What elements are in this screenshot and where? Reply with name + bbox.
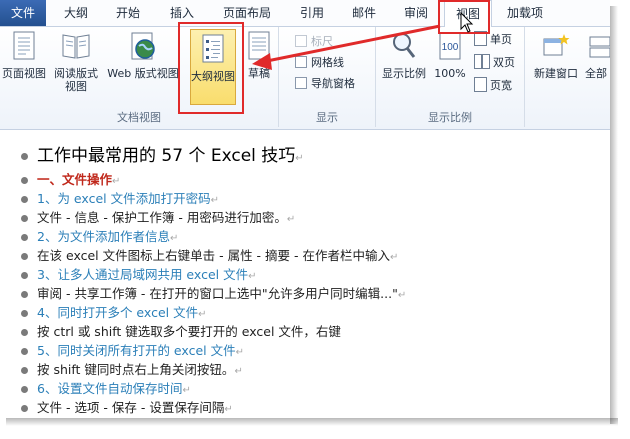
tip-heading: 6、设置文件自动保存时间 <box>37 381 183 396</box>
paragraph-mark: ↵ <box>169 233 179 244</box>
paragraph-mark: ↵ <box>390 252 399 263</box>
annotation-arrow <box>252 24 441 70</box>
paragraph-mark: ↵ <box>286 214 296 225</box>
outline-bullet[interactable] <box>21 310 28 317</box>
document-title: 工作中最常用的 57 个 Excel 技巧 <box>37 146 296 166</box>
outline-line[interactable]: 按 shift 键同时点右上角关闭按钮。↵ <box>21 361 243 379</box>
paragraph-mark: ↵ <box>224 404 233 415</box>
paragraph-mark: ↵ <box>295 153 304 164</box>
outline-bullet[interactable] <box>21 153 28 160</box>
tip-heading: 1、为 excel 文件添加打开密码 <box>37 191 211 206</box>
paragraph-mark: ↵ <box>397 290 407 301</box>
tip-heading: 4、同时打开多个 excel 文件 <box>37 305 199 320</box>
outline-bullet[interactable] <box>21 386 28 393</box>
tip-heading: 2、为文件添加作者信息 <box>37 229 170 244</box>
paragraph-mark: ↵ <box>112 176 121 187</box>
outline-line[interactable]: 文件 - 选项 - 保存 - 设置保存间隔↵ <box>21 399 233 417</box>
outline-bullet[interactable] <box>21 234 28 241</box>
word-window: 文件 大纲 开始 插入 页面布局 引用 邮件 审阅 视图 加载项 页面视图 阅读… <box>0 0 610 418</box>
tip-body: 审阅 - 共享工作簿 - 在打开的窗口上选中"允许多用户同时编辑..." <box>37 286 398 301</box>
outline-bullet[interactable] <box>21 196 28 203</box>
outline-bullet[interactable] <box>21 253 28 260</box>
window-shadow-bottom <box>6 418 618 426</box>
outline-line[interactable]: 在该 excel 文件图标上右键单击 - 属性 - 摘要 - 在作者栏中输入↵ <box>21 247 399 265</box>
tip-body: 文件 - 信息 - 保护工作簿 - 用密码进行加密。 <box>37 210 287 225</box>
tip-heading: 5、同时关闭所有打开的 excel 文件 <box>37 343 236 358</box>
outline-bullet[interactable] <box>21 291 28 298</box>
outline-bullet[interactable] <box>21 329 28 336</box>
paragraph-mark: ↵ <box>198 309 207 320</box>
outline-line[interactable]: 1、为 excel 文件添加打开密码↵ <box>21 190 219 208</box>
outline-bullet[interactable] <box>21 177 28 184</box>
tip-body: 文件 - 选项 - 保存 - 设置保存间隔 <box>37 400 225 415</box>
document-area[interactable]: 工作中最常用的 57 个 Excel 技巧↵ 一、文件操作↵ 1、为 excel… <box>0 130 610 418</box>
outline-line[interactable]: 2、为文件添加作者信息↵ <box>21 228 179 246</box>
outline-line[interactable]: 文件 - 信息 - 保护工作簿 - 用密码进行加密。↵ <box>21 209 296 227</box>
section-heading: 一、文件操作 <box>37 172 113 187</box>
outline-bullet[interactable] <box>21 405 28 412</box>
outline-line[interactable]: 3、让多人通过局域网共用 excel 文件↵ <box>21 266 257 284</box>
tip-body: 在该 excel 文件图标上右键单击 - 属性 - 摘要 - 在作者栏中输入 <box>37 248 391 263</box>
outline-line-title[interactable]: 工作中最常用的 57 个 Excel 技巧↵ <box>21 146 304 166</box>
outline-bullet[interactable] <box>21 367 28 374</box>
outline-line[interactable]: 5、同时关闭所有打开的 excel 文件↵ <box>21 342 244 360</box>
outline-line[interactable]: 审阅 - 共享工作簿 - 在打开的窗口上选中"允许多用户同时编辑..."↵ <box>21 285 407 303</box>
outline-bullet[interactable] <box>21 272 28 279</box>
outline-line[interactable]: 按 ctrl 或 shift 键选取多个要打开的 excel 文件，右键 <box>21 323 341 341</box>
window-shadow-right <box>610 6 618 424</box>
paragraph-mark: ↵ <box>248 271 257 282</box>
tip-heading: 3、让多人通过局域网共用 excel 文件 <box>37 267 249 282</box>
paragraph-mark: ↵ <box>235 347 244 358</box>
outline-line[interactable]: 一、文件操作↵ <box>21 171 121 189</box>
outline-line[interactable]: 4、同时打开多个 excel 文件↵ <box>21 304 207 322</box>
outline-line[interactable]: 6、设置文件自动保存时间↵ <box>21 380 191 398</box>
outline-bullet[interactable] <box>21 348 28 355</box>
mouse-pointer-icon <box>460 12 474 33</box>
tip-body: 按 ctrl 或 shift 键选取多个要打开的 excel 文件，右键 <box>37 324 341 339</box>
paragraph-mark: ↵ <box>210 195 219 206</box>
paragraph-mark: ↵ <box>182 385 191 396</box>
tip-body: 按 shift 键同时点右上角关闭按钮。 <box>37 362 235 377</box>
outline-bullet[interactable] <box>21 215 28 222</box>
paragraph-mark: ↵ <box>234 366 243 377</box>
